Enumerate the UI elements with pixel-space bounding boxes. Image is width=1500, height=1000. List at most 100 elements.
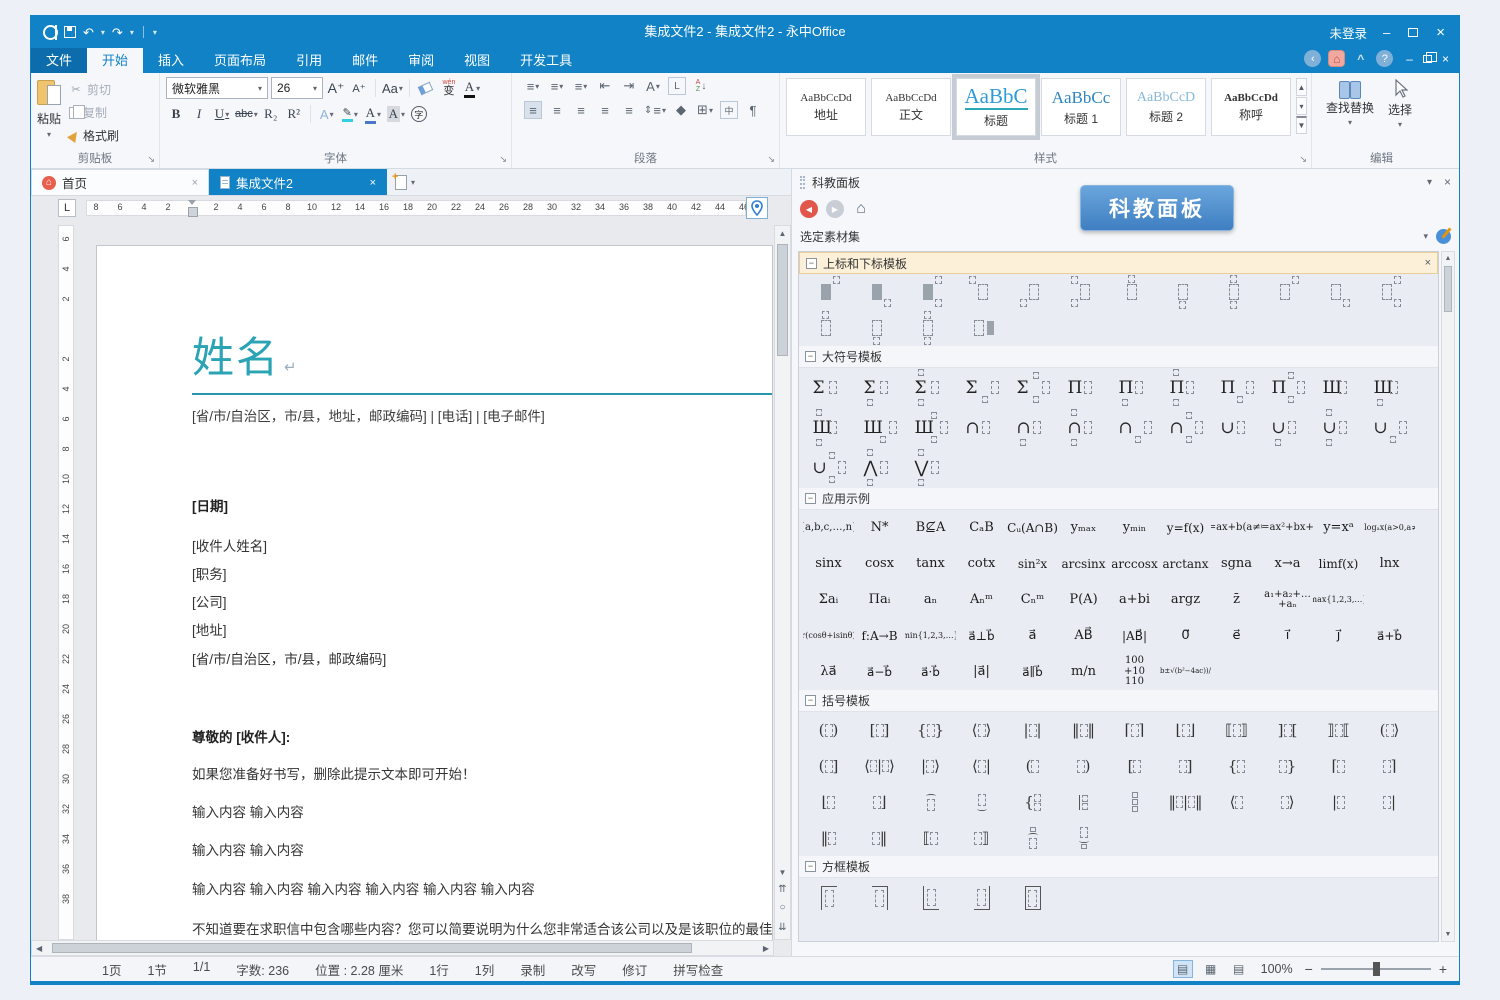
template-item[interactable]: ⌋ — [854, 785, 905, 819]
styles-up-icon[interactable]: ▲ — [1296, 78, 1307, 96]
template-item[interactable]: a⃗−b⃗ — [854, 655, 905, 689]
template-item[interactable]: i⃗ — [1262, 619, 1313, 653]
template-item[interactable]: P(A) — [1058, 583, 1109, 617]
template-item[interactable]: ∪ — [1262, 409, 1313, 447]
panel-menu-icon[interactable]: ▾ — [1427, 177, 1432, 188]
status-item[interactable]: 修订 — [609, 960, 660, 979]
template-item[interactable]: AB⃗ — [1058, 619, 1109, 653]
template-item[interactable]: ⌈ — [1313, 749, 1364, 783]
panel-back-icon[interactable]: ◀ — [800, 200, 818, 218]
style-card-正文[interactable]: AaBbCcDd正文 — [871, 78, 951, 136]
next-page-icon[interactable]: ⇊ — [776, 922, 789, 933]
template-item[interactable]: m/n — [1058, 655, 1109, 689]
template-item[interactable]: lnx — [1364, 547, 1415, 581]
template-item[interactable]: 0⃗ — [1160, 619, 1211, 653]
character-scale-button[interactable]: A▾ — [644, 77, 662, 95]
template-item[interactable]: ⋀ — [854, 449, 905, 487]
doc-restore-button[interactable] — [1423, 55, 1432, 63]
show-marks-button[interactable]: ¶ — [744, 101, 762, 119]
template-item[interactable] — [803, 275, 854, 309]
template-item[interactable]: a⃗·b⃗ — [905, 655, 956, 689]
superscript-button[interactable]: R² — [284, 104, 304, 124]
previous-page-icon[interactable]: ⇈ — [776, 884, 789, 895]
template-item[interactable]: j⃗ — [1313, 619, 1364, 653]
status-item[interactable]: 拼写检查 — [660, 960, 736, 979]
template-item[interactable]: ∪ — [1364, 409, 1415, 447]
ribbon-tab-邮件[interactable]: 邮件 — [337, 48, 393, 73]
cjk-layout-button[interactable]: 中 — [720, 101, 738, 119]
ribbon-tab-视图[interactable]: 视图 — [449, 48, 505, 73]
section-header-上标和下标模板[interactable]: −上标和下标模板× — [799, 252, 1438, 274]
template-item[interactable]: B⊈A — [905, 511, 956, 545]
panel-scroll-thumb[interactable] — [1444, 266, 1452, 312]
template-item[interactable] — [803, 879, 854, 917]
template-item[interactable] — [956, 785, 1007, 819]
paste-button[interactable]: 粘贴 ▾ — [37, 77, 61, 150]
select-button[interactable]: 选择 ▾ — [1388, 77, 1412, 150]
paragraph-dialog-launcher-icon[interactable]: ↘ — [767, 154, 775, 165]
style-card-标题[interactable]: AaBbC标题 — [956, 78, 1036, 136]
font-color-button[interactable]: A▾ — [363, 104, 383, 124]
template-item[interactable]: ⟨|⟩ — [854, 749, 905, 783]
template-item[interactable] — [1007, 879, 1058, 917]
template-item[interactable]: ) — [1058, 749, 1109, 783]
browse-object-icon[interactable]: ○ — [776, 902, 789, 913]
scroll-right-icon[interactable]: ▶ — [763, 944, 769, 953]
template-item[interactable]: y=f(x) — [1160, 511, 1211, 545]
template-item[interactable]: a⃗ — [1007, 619, 1058, 653]
save-icon[interactable] — [64, 26, 76, 38]
template-item[interactable]: Π — [1109, 369, 1160, 407]
ribbon-tab-开始[interactable]: 开始 — [87, 48, 143, 73]
format-painter-button[interactable]: 格式刷 — [69, 127, 119, 144]
template-item[interactable]: (⟩ — [1364, 713, 1415, 747]
template-item[interactable]: ∩ — [1109, 409, 1160, 447]
template-item[interactable]: Σ — [803, 369, 854, 407]
template-item[interactable] — [803, 311, 854, 345]
indent-marker[interactable] — [187, 199, 197, 217]
template-item[interactable]: [ — [1109, 749, 1160, 783]
template-item[interactable]: arctanx — [1160, 547, 1211, 581]
sort-button[interactable]: AZ↓ — [692, 77, 710, 95]
template-item[interactable]: ] — [1160, 749, 1211, 783]
template-item[interactable]: N* — [854, 511, 905, 545]
status-item[interactable]: 改写 — [558, 960, 609, 979]
template-item[interactable]: {} — [905, 713, 956, 747]
template-item[interactable]: Π — [1262, 369, 1313, 407]
strikethrough-button[interactable]: abc▾ — [235, 104, 258, 124]
template-item[interactable]: ∪ — [803, 449, 854, 487]
help-icon[interactable]: ? — [1376, 50, 1393, 67]
document-tab-close-icon[interactable]: × — [370, 177, 376, 189]
template-item[interactable]: a⃗⊥b⃗ — [956, 619, 1007, 653]
maximize-button[interactable] — [1408, 28, 1418, 37]
clipboard-dialog-launcher-icon[interactable]: ↘ — [147, 154, 155, 165]
status-item[interactable]: 1行 — [416, 960, 461, 979]
cut-button[interactable]: ✂剪切 — [69, 81, 119, 98]
template-item[interactable] — [1058, 821, 1109, 855]
styles-dialog-launcher-icon[interactable]: ↘ — [1299, 154, 1307, 165]
character-shading-button[interactable]: A▾ — [386, 104, 406, 124]
template-item[interactable]: || — [1007, 713, 1058, 747]
template-item[interactable] — [905, 879, 956, 917]
redo-icon[interactable]: ↷ — [112, 25, 123, 40]
template-item[interactable]: a₁+a₂+…+aₙ — [1262, 583, 1313, 617]
template-item[interactable]: | — [1364, 785, 1415, 819]
template-item[interactable] — [1160, 275, 1211, 309]
template-item[interactable]: f:A→B — [854, 619, 905, 653]
template-item[interactable] — [1058, 275, 1109, 309]
vertical-ruler[interactable]: 6422468101214161820222426283032343638 — [58, 225, 74, 940]
template-item[interactable] — [1109, 275, 1160, 309]
login-status[interactable]: 未登录 — [1329, 23, 1367, 42]
template-item[interactable]: { — [1211, 749, 1262, 783]
collapse-section-icon[interactable]: − — [805, 861, 816, 872]
template-item[interactable]: Ш — [1313, 369, 1364, 407]
section-header-方框模板[interactable]: −方框模板 — [799, 856, 1438, 878]
undo-icon[interactable]: ↶ — [83, 25, 94, 40]
template-item[interactable]: Ш — [905, 409, 956, 447]
template-item[interactable]: ⋁ — [905, 449, 956, 487]
tab-document[interactable]: 集成文件2 × — [209, 169, 387, 195]
status-item[interactable]: 1节 — [134, 960, 179, 979]
material-set-icon[interactable] — [1436, 229, 1451, 244]
template-item[interactable] — [854, 879, 905, 917]
template-item[interactable] — [956, 275, 1007, 309]
template-item[interactable]: Σaᵢ — [803, 583, 854, 617]
